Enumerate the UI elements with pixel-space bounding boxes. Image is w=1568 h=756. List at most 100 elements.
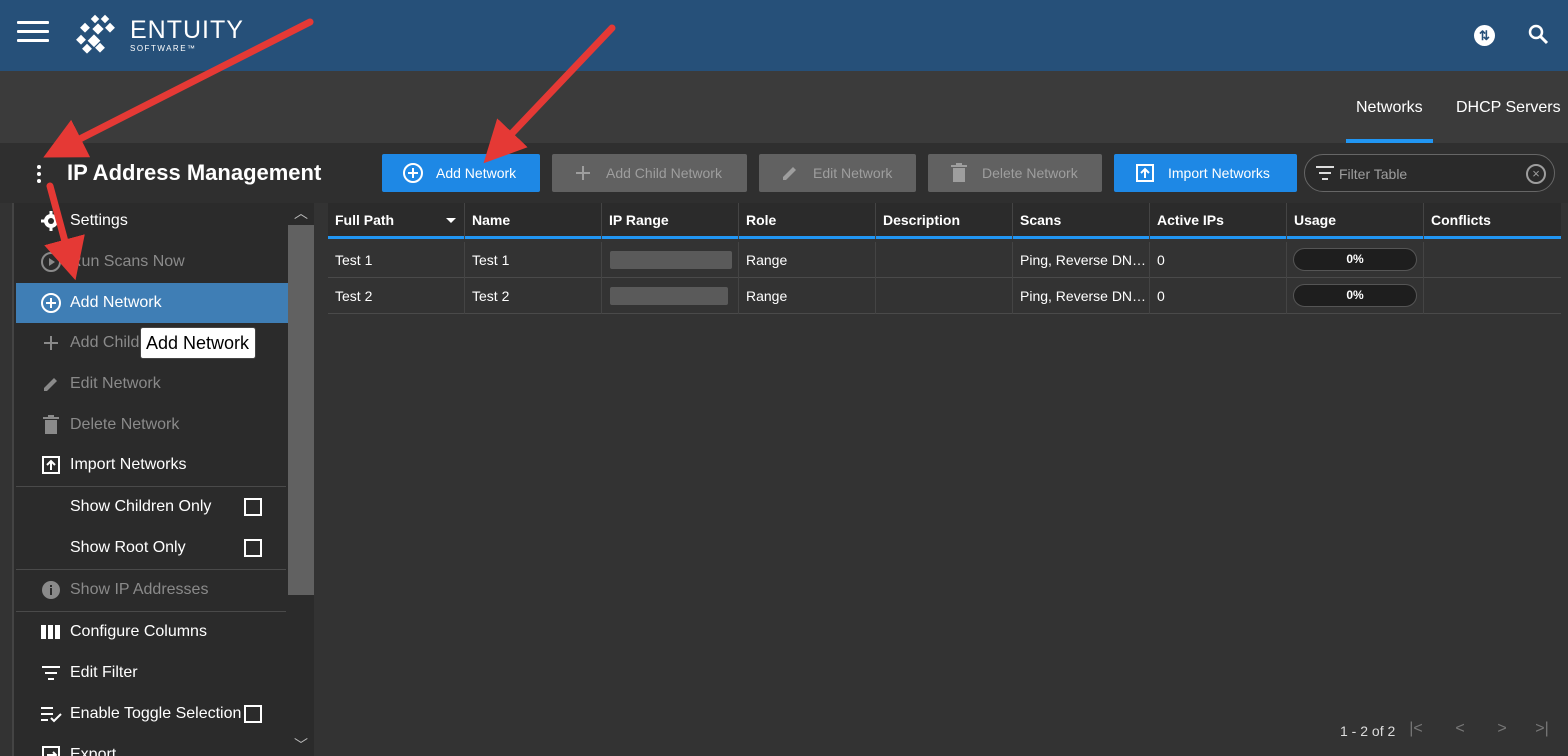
networks-table: Full Path Name IP Range Role Description… (328, 203, 1561, 756)
delete-network-label: Delete Network (982, 165, 1078, 181)
brand-name: ENTUITY (130, 16, 244, 44)
actions-menu: Settings Run Scans Now Add Network Add C… (12, 203, 314, 756)
cell-full-path: Test 1 (328, 242, 465, 278)
cell-usage: 0% (1287, 278, 1424, 314)
brand-subtitle: SOFTWARE™ (130, 44, 197, 53)
search-icon[interactable] (1527, 23, 1549, 45)
column-header-usage[interactable]: Usage (1287, 203, 1424, 239)
pagination-range: 1 - 2 of 2 (1340, 723, 1396, 739)
import-networks-button[interactable]: Import Networks (1114, 154, 1297, 192)
column-header-role[interactable]: Role (739, 203, 876, 239)
show-root-only-checkbox[interactable] (244, 539, 262, 557)
filter-table-field: × (1304, 154, 1555, 192)
clear-filter-icon[interactable]: × (1526, 164, 1546, 184)
trash-icon (948, 162, 970, 184)
next-page-icon[interactable]: > (1492, 720, 1512, 742)
add-network-button[interactable]: Add Network (382, 154, 540, 192)
menu-item-show-ip-addresses[interactable]: Show IP Addresses (16, 572, 288, 608)
add-child-network-button[interactable]: Add Child Network (552, 154, 747, 192)
chevron-up-icon[interactable]: ︿ (288, 203, 314, 223)
table-row[interactable]: Test 2 Test 2 Range Ping, Reverse DN… 0 … (328, 278, 1561, 314)
menu-item-run-scans[interactable]: Run Scans Now (16, 244, 288, 280)
cell-active-ips: 0 (1150, 242, 1287, 278)
tooltip: Add Network (140, 327, 256, 359)
cell-conflicts (1424, 278, 1561, 314)
cell-name: Test 1 (465, 242, 602, 278)
menu-item-delete-network[interactable]: Delete Network (16, 407, 288, 443)
column-header-ip-range[interactable]: IP Range (602, 203, 739, 239)
usage-bar: 0% (1293, 284, 1417, 307)
column-header-name[interactable]: Name (465, 203, 602, 239)
menu-item-show-root-only[interactable]: Show Root Only (16, 530, 288, 566)
top-app-bar: ENTUITY SOFTWARE™ ⇅ (0, 0, 1568, 71)
menu-label-edit-network: Edit Network (70, 375, 161, 392)
tab-networks[interactable]: Networks (1356, 99, 1423, 117)
menu-item-edit-network[interactable]: Edit Network (16, 366, 288, 402)
menu-item-configure-columns[interactable]: Configure Columns (16, 614, 288, 650)
add-network-label: Add Network (436, 165, 517, 181)
export-icon (40, 744, 62, 756)
column-header-active-ips[interactable]: Active IPs (1150, 203, 1287, 239)
show-children-only-checkbox[interactable] (244, 498, 262, 516)
filter-icon (1316, 166, 1334, 180)
column-label: Full Path (335, 212, 395, 228)
play-circle-icon (40, 251, 62, 273)
columns-icon (40, 621, 62, 643)
column-header-full-path[interactable]: Full Path (328, 203, 465, 239)
delete-network-button[interactable]: Delete Network (928, 154, 1102, 192)
cell-name: Test 2 (465, 278, 602, 314)
cell-description (876, 278, 1013, 314)
edit-network-button[interactable]: Edit Network (759, 154, 916, 192)
menu-item-edit-filter[interactable]: Edit Filter (16, 655, 288, 691)
sort-desc-icon[interactable] (446, 218, 456, 223)
last-page-icon[interactable]: >| (1532, 720, 1552, 742)
scrollbar-thumb[interactable] (288, 225, 314, 595)
tab-bar: Networks DHCP Servers (0, 71, 1568, 143)
pencil-icon (779, 162, 801, 184)
menu-item-import-networks[interactable]: Import Networks (16, 447, 288, 483)
gear-icon (40, 210, 62, 232)
cell-ip-range (602, 278, 739, 314)
usage-bar: 0% (1293, 248, 1417, 271)
menu-scrollbar[interactable]: ︿ ﹀ (288, 203, 314, 756)
chevron-down-icon[interactable]: ﹀ (288, 735, 314, 755)
menu-item-export[interactable]: Export (16, 737, 288, 756)
menu-item-add-network[interactable]: Add Network (16, 283, 288, 323)
menu-item-settings[interactable]: Settings (16, 203, 288, 239)
cell-active-ips: 0 (1150, 278, 1287, 314)
redacted-block (610, 251, 732, 269)
menu-divider (16, 486, 286, 487)
filter-table-input[interactable] (1339, 163, 1519, 185)
cell-full-path: Test 2 (328, 278, 465, 314)
checklist-icon (40, 703, 62, 725)
enable-toggle-selection-checkbox[interactable] (244, 705, 262, 723)
add-circle-icon (402, 162, 424, 184)
menu-label-edit-filter: Edit Filter (70, 664, 138, 681)
menu-item-enable-toggle-selection[interactable]: Enable Toggle Selection (16, 696, 288, 732)
tab-dhcp-servers[interactable]: DHCP Servers (1456, 99, 1561, 117)
pagination: 1 - 2 of 2 |< < > >| (1340, 720, 1560, 744)
import-networks-label: Import Networks (1168, 165, 1270, 181)
column-header-conflicts[interactable]: Conflicts (1424, 203, 1561, 239)
previous-page-icon[interactable]: < (1450, 720, 1470, 742)
swap-context-icon[interactable]: ⇅ (1474, 25, 1495, 46)
menu-label-show-ip-addresses: Show IP Addresses (70, 581, 209, 598)
entuity-logo[interactable]: ENTUITY SOFTWARE™ (72, 14, 244, 58)
menu-label-show-children-only: Show Children Only (70, 498, 212, 515)
column-header-description[interactable]: Description (876, 203, 1013, 239)
menu-label-enable-toggle-selection: Enable Toggle Selection (70, 705, 242, 722)
more-vert-icon[interactable] (37, 165, 45, 185)
add-circle-icon (40, 292, 62, 314)
cell-description (876, 242, 1013, 278)
menu-item-show-children-only[interactable]: Show Children Only (16, 489, 288, 525)
pencil-icon (40, 373, 62, 395)
hamburger-menu-icon[interactable] (17, 21, 49, 45)
column-header-scans[interactable]: Scans (1013, 203, 1150, 239)
table-row[interactable]: Test 1 Test 1 Range Ping, Reverse DN… 0 … (328, 242, 1561, 278)
first-page-icon[interactable]: |< (1406, 720, 1426, 742)
redacted-block (610, 287, 728, 305)
page-header: IP Address Management Add Network Add Ch… (0, 143, 1568, 203)
menu-label-show-root-only: Show Root Only (70, 539, 186, 556)
cell-conflicts (1424, 242, 1561, 278)
edit-network-label: Edit Network (813, 165, 893, 181)
